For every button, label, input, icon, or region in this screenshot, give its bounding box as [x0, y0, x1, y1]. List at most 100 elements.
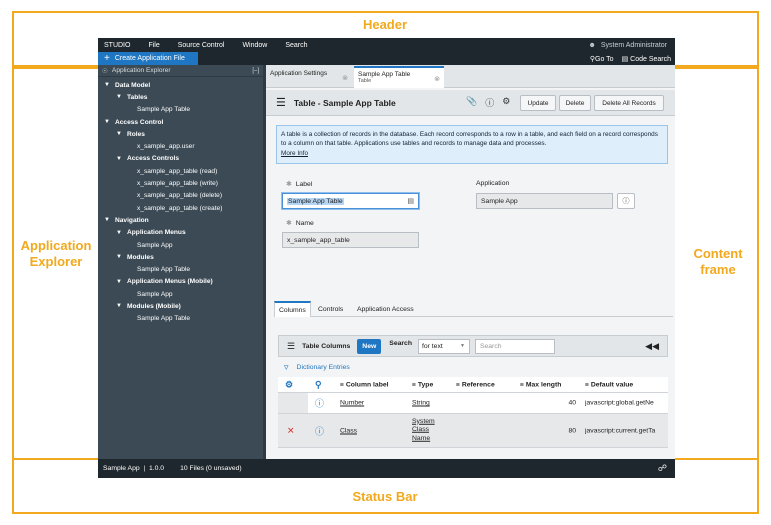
expand-triangle-icon[interactable]: ▼	[116, 254, 127, 260]
tree-item[interactable]: ▼ Navigation	[98, 214, 263, 226]
close-tab-icon[interactable]: ⊗	[434, 75, 440, 83]
search-field-select[interactable]: for text ▼	[417, 338, 470, 354]
tree-item-label: Sample App Table	[137, 315, 191, 323]
filter-label[interactable]: Dictionary Entries	[297, 364, 350, 371]
mandatory-icon: ✱	[286, 220, 292, 227]
cell-column-label[interactable]: Number	[340, 400, 364, 407]
tree-item[interactable]: Sample App	[98, 288, 263, 300]
content-annotation-line2: frame	[700, 262, 736, 277]
translate-icon[interactable]: ▤	[407, 197, 414, 205]
expand-triangle-icon[interactable]: ▼	[104, 119, 115, 125]
tab-sample-app-table[interactable]: Sample App Table Table ⊗	[354, 66, 444, 88]
tree-item-label: x_sample_app_table (read)	[137, 167, 218, 175]
status-bar: Sample App | 1.0.0 10 Files (0 unsaved) …	[98, 459, 675, 478]
table-row[interactable]: ⓘ Number String 40 javascript:global.get…	[278, 393, 668, 414]
help-icon[interactable]: ⓘ	[485, 96, 494, 109]
tab-columns[interactable]: Columns	[274, 301, 311, 317]
tree-item[interactable]: ▼ Access Controls	[98, 153, 263, 165]
expand-triangle-icon[interactable]: ▼	[104, 82, 115, 88]
application-value: Sample App	[481, 197, 518, 205]
explorer-annotation: Application Explorer	[14, 238, 98, 270]
list-context-menu-icon[interactable]: ☰	[287, 341, 295, 352]
label-value: Sample App Table	[287, 197, 344, 205]
table-row[interactable]: ✕ ⓘ Class System Class Name 80 javascrip…	[278, 414, 668, 448]
create-application-file-button[interactable]: + Create Application File	[98, 52, 198, 65]
tree-item[interactable]: x_sample_app_table (write)	[98, 177, 263, 189]
cell-column-label[interactable]: Class	[340, 427, 357, 434]
first-page-icon[interactable]: ◀◀	[645, 341, 659, 352]
tab-application-access[interactable]: Application Access	[353, 301, 418, 317]
delete-all-records-button[interactable]: Delete All Records	[594, 95, 664, 111]
personalize-gear-icon[interactable]: ⚙	[285, 379, 293, 390]
menu-search[interactable]: Search	[285, 42, 307, 49]
attachment-icon[interactable]: 📎	[466, 96, 477, 109]
close-tab-icon[interactable]: ⊗	[342, 74, 348, 82]
update-button[interactable]: Update	[520, 95, 556, 111]
info-icon[interactable]: ⓘ	[315, 424, 324, 437]
tree-item[interactable]: ▼ Application Menus (Mobile)	[98, 276, 263, 288]
info-icon[interactable]: ⓘ	[315, 397, 324, 410]
cell-type[interactable]: System Class Name	[412, 417, 442, 443]
tree-item[interactable]: Sample App Table	[98, 263, 263, 275]
info-message: A table is a collection of records in th…	[276, 125, 668, 164]
tree-item[interactable]: Sample App Table	[98, 104, 263, 116]
column-header-reference[interactable]: ≡ Reference	[456, 381, 495, 388]
tree-item[interactable]: x_sample_app_table (create)	[98, 202, 263, 214]
goto-button[interactable]: ⚲Go To	[590, 55, 614, 63]
mandatory-icon: ✱	[286, 181, 292, 188]
more-info-link[interactable]: More Info	[281, 150, 308, 157]
tree-item[interactable]: x_sample_app_table (delete)	[98, 190, 263, 202]
expand-triangle-icon[interactable]: ▼	[104, 217, 115, 223]
name-text: Name	[295, 220, 314, 227]
tree-item[interactable]: Sample App Table	[98, 313, 263, 325]
cell-default-value: javascript:global.getNe	[585, 399, 654, 407]
expand-triangle-icon[interactable]: ▼	[116, 131, 127, 137]
label-text: Label	[295, 181, 313, 188]
menu-file[interactable]: File	[148, 42, 159, 49]
list-search-input[interactable]: Search	[474, 338, 555, 354]
tree-item[interactable]: x_sample_app.user	[98, 140, 263, 152]
label-input[interactable]: Sample App Table ▤	[282, 193, 419, 209]
collapse-all-button[interactable]: [–]	[252, 68, 259, 74]
new-button[interactable]: New	[357, 338, 382, 354]
chevron-down-icon: ▼	[460, 343, 465, 349]
search-icon[interactable]: ⚲	[315, 379, 322, 390]
tree-item[interactable]: ▼ Modules (Mobile)	[98, 300, 263, 312]
application-info-button[interactable]: ⓘ	[617, 193, 635, 209]
status-app-version: Sample App | 1.0.0	[103, 465, 165, 472]
menu-source-control[interactable]: Source Control	[178, 42, 225, 49]
expand-triangle-icon[interactable]: ▼	[116, 279, 127, 285]
user-menu[interactable]: ☻ System Administrator	[589, 42, 667, 49]
expand-triangle-icon[interactable]: ▼	[116, 230, 127, 236]
tree-item[interactable]: Sample App	[98, 239, 263, 251]
column-header-default-value[interactable]: ≡ Default value	[585, 381, 633, 388]
column-header-column-label[interactable]: ≡ Column label	[340, 381, 389, 388]
menu-window[interactable]: Window	[242, 42, 267, 49]
code-search-button[interactable]: ▤ Code Search	[622, 55, 671, 63]
delete-button[interactable]: Delete	[559, 95, 591, 111]
column-header-max-length[interactable]: ≡ Max length	[520, 381, 561, 388]
menu-studio[interactable]: STUDIO	[104, 42, 130, 49]
filter-icon[interactable]: ▿	[284, 362, 289, 373]
tree-item-label: x_sample_app.user	[137, 143, 195, 151]
tree-item[interactable]: ▼ Data Model	[98, 79, 263, 91]
expand-triangle-icon[interactable]: ▼	[116, 156, 127, 162]
tree-item[interactable]: ▼ Modules	[98, 251, 263, 263]
tree-item[interactable]: ▼ Application Menus	[98, 227, 263, 239]
tree-item-label: Roles	[127, 130, 145, 138]
cell-type[interactable]: String	[412, 400, 430, 407]
form-context-menu-icon[interactable]: ☰	[276, 96, 286, 109]
tree-item[interactable]: ▼ Access Control	[98, 116, 263, 128]
tree-item[interactable]: ▼ Tables	[98, 91, 263, 103]
delete-row-icon[interactable]: ✕	[287, 425, 295, 436]
expand-triangle-icon[interactable]: ▼	[116, 94, 127, 100]
connection-icon[interactable]: ☍	[658, 463, 667, 474]
tree-item[interactable]: ▼ Roles	[98, 128, 263, 140]
expand-triangle-icon[interactable]: ▼	[116, 303, 127, 309]
settings-gear-icon[interactable]: ⚙	[502, 96, 510, 109]
tab-application-settings[interactable]: Application Settings ⊗	[266, 67, 352, 88]
column-header-type[interactable]: ≡ Type	[412, 381, 433, 388]
explorer-title: Application Explorer	[111, 67, 171, 74]
tree-item[interactable]: x_sample_app_table (read)	[98, 165, 263, 177]
tab-controls[interactable]: Controls	[314, 301, 347, 317]
